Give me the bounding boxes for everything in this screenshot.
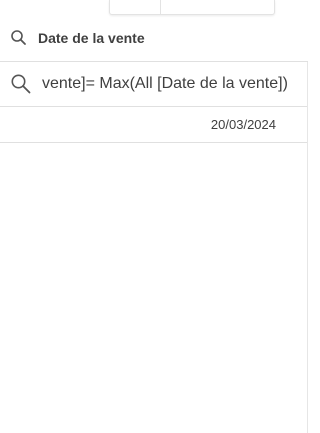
toolbar-tab [109,0,275,15]
search-input[interactable]: vente]= Max(All [Date de la vente]) [42,75,302,93]
panel-border [307,62,308,433]
search-bar[interactable]: vente]= Max(All [Date de la vente]) [0,62,308,107]
field-title: Date de la vente [38,30,145,46]
toolbar-divider [160,0,161,14]
list-item-value: 20/03/2024 [210,117,276,132]
field-header[interactable]: Date de la vente [0,15,308,62]
list-item[interactable]: 20/03/2024 [0,107,308,143]
search-icon [10,73,32,95]
search-icon [10,29,28,47]
